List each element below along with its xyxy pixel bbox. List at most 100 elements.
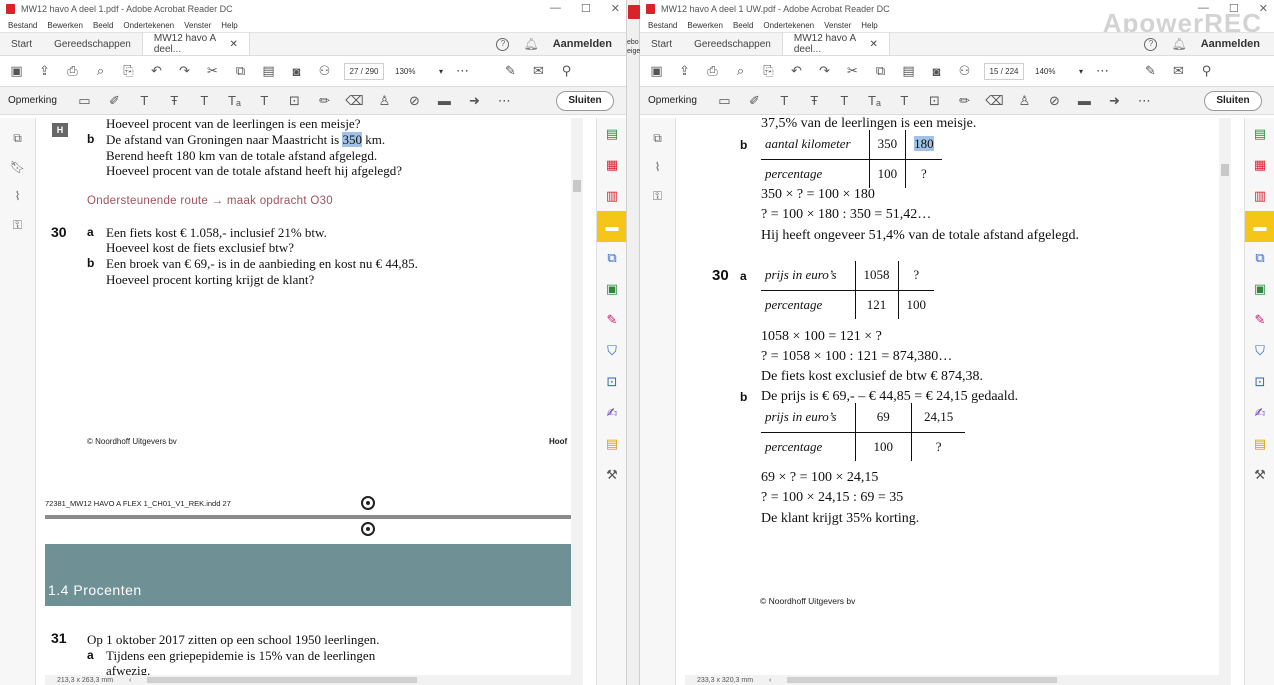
zoom-search-icon[interactable]: ⌕ (732, 63, 749, 80)
clipboard-icon[interactable]: ▤ (900, 63, 917, 80)
combine-icon[interactable]: ⧉ (1245, 242, 1274, 273)
upload-icon[interactable]: ⇪ (676, 63, 693, 80)
eraser-icon[interactable]: ⌫ (345, 92, 363, 109)
more-icon[interactable]: ⋯ (1094, 63, 1111, 80)
more-icon[interactable]: ⋯ (1136, 92, 1153, 109)
tab-tools[interactable]: Gereedschappen (683, 33, 782, 55)
binoculars-icon[interactable]: ⚇ (956, 63, 973, 80)
more-tools-icon[interactable]: ⚒ (1245, 459, 1274, 490)
highlight-pen-icon[interactable]: ✐ (746, 92, 763, 109)
menu-window[interactable]: Venster (824, 21, 851, 30)
sticky-note-icon[interactable]: ▭ (76, 92, 93, 109)
save-icon[interactable]: ▣ (8, 63, 25, 80)
menu-help[interactable]: Help (861, 21, 877, 30)
export-pdf-icon[interactable]: ▥ (597, 180, 626, 211)
text-underline-icon[interactable]: T (776, 92, 793, 109)
text-insert-icon[interactable]: Tₐ (226, 92, 243, 109)
tab-close-icon[interactable]: ✕ (869, 39, 877, 50)
text-insert-icon[interactable]: Tₐ (866, 92, 883, 109)
send-sign-icon[interactable]: ✍ (1245, 397, 1274, 428)
send-sign-icon[interactable]: ✍ (597, 397, 626, 428)
redo-icon[interactable]: ↷ (816, 63, 833, 80)
bell-icon[interactable]: 🔔︎ (1171, 37, 1186, 51)
attachment-icon[interactable]: ⌇ (650, 160, 666, 176)
draw-pencil-icon[interactable]: ✏ (316, 92, 333, 109)
text-replace-icon[interactable]: T (196, 92, 213, 109)
text-box-icon[interactable]: ⊡ (286, 92, 303, 109)
close-icon[interactable]: ✕ (611, 2, 620, 15)
minimize-icon[interactable]: — (550, 2, 561, 15)
save-icon[interactable]: ▣ (648, 63, 665, 80)
clipboard-icon[interactable]: ▤ (260, 63, 277, 80)
more-tools-icon[interactable]: ⚒ (597, 459, 626, 490)
menu-view[interactable]: Beeld (93, 21, 113, 30)
menu-sign[interactable]: Ondertekenen (763, 21, 814, 30)
scroll-thumb[interactable] (1221, 164, 1229, 176)
sign-in-button[interactable]: Aanmelden (1201, 38, 1260, 50)
pages-icon[interactable]: ⧉ (650, 131, 666, 147)
create-pdf-icon[interactable]: ▤ (597, 118, 626, 149)
crop-icon[interactable]: ⧉ (232, 63, 249, 80)
user-add-icon[interactable]: ⚲ (558, 63, 575, 80)
eraser-icon[interactable]: ⌫ (985, 92, 1003, 109)
menu-file[interactable]: Bestand (8, 21, 37, 30)
arrow-icon[interactable]: ➜ (466, 92, 483, 109)
vertical-scrollbar[interactable] (571, 118, 583, 685)
stamp-tool-icon[interactable]: ♙ (376, 92, 393, 109)
signatures-icon[interactable]: ⚿ (10, 218, 26, 234)
export-excel-icon[interactable]: ▣ (597, 273, 626, 304)
zoom-search-icon[interactable]: ⌕ (92, 63, 109, 80)
menu-view[interactable]: Beeld (733, 21, 753, 30)
user-add-icon[interactable]: ⚲ (1198, 63, 1215, 80)
menu-file[interactable]: Bestand (648, 21, 677, 30)
text-replace-icon[interactable]: T (836, 92, 853, 109)
bell-icon[interactable]: 🔔︎ (523, 37, 538, 51)
tab-document[interactable]: MW12 havo A deel... ✕ (141, 33, 250, 55)
combine-icon[interactable]: ⧉ (597, 242, 626, 273)
close-comment-button[interactable]: Sluiten (1204, 91, 1262, 111)
more-icon[interactable]: ⋯ (454, 63, 471, 80)
send-file-icon[interactable]: ▤ (1245, 428, 1274, 459)
tab-close-icon[interactable]: ✕ (229, 39, 237, 50)
more-icon[interactable]: ⋯ (496, 92, 513, 109)
snapshot-icon[interactable]: ◙ (288, 63, 305, 80)
mail-icon[interactable]: ✉ (1170, 63, 1187, 80)
export-pdf-icon[interactable]: ▥ (1245, 180, 1274, 211)
create-pdf-icon[interactable]: ▤ (1245, 118, 1274, 149)
text-icon[interactable]: T (256, 92, 273, 109)
zoom-select[interactable]: 140% ▾ (1035, 67, 1083, 76)
text-box-icon[interactable]: ⊡ (926, 92, 943, 109)
line-icon[interactable]: ▬ (436, 92, 453, 109)
fill-sign-icon[interactable]: ✎ (1245, 304, 1274, 335)
crop-icon[interactable]: ⧉ (872, 63, 889, 80)
draw-pencil-icon[interactable]: ✏ (956, 92, 973, 109)
binoculars-icon[interactable]: ⚇ (316, 63, 333, 80)
comment-tool-icon[interactable]: ▬ (1245, 211, 1274, 242)
page-number-input[interactable]: 15 / 224 (984, 62, 1024, 80)
tab-document[interactable]: MW12 havo A deel... ✕ (781, 33, 890, 55)
undo-icon[interactable]: ↶ (788, 63, 805, 80)
zoom-select[interactable]: 130% ▾ (395, 67, 443, 76)
scan-icon[interactable]: ⊡ (597, 366, 626, 397)
text-icon[interactable]: T (896, 92, 913, 109)
close-comment-button[interactable]: Sluiten (556, 91, 614, 111)
snapshot-icon[interactable]: ◙ (928, 63, 945, 80)
horizontal-scrollbar[interactable] (147, 677, 418, 683)
tab-start[interactable]: Start (0, 33, 43, 55)
line-icon[interactable]: ▬ (1076, 92, 1093, 109)
scissors-icon[interactable]: ✂ (204, 63, 221, 80)
export-excel-icon[interactable]: ▣ (1245, 273, 1274, 304)
vertical-scrollbar[interactable] (1219, 118, 1231, 685)
attach-icon[interactable]: ⊘ (1046, 92, 1063, 109)
fill-sign-icon[interactable]: ✎ (597, 304, 626, 335)
organize-icon[interactable]: ▦ (1245, 149, 1274, 180)
scroll-left-icon[interactable]: ‹ (769, 677, 771, 684)
maximize-icon[interactable]: ☐ (581, 2, 591, 15)
upload-icon[interactable]: ⇪ (36, 63, 53, 80)
sign-pen-icon[interactable]: ✎ (502, 63, 519, 80)
tab-start[interactable]: Start (640, 33, 683, 55)
protect-icon[interactable]: ⛉ (1245, 335, 1274, 366)
print-icon[interactable]: ⎙ (704, 63, 721, 80)
sign-in-button[interactable]: Aanmelden (553, 38, 612, 50)
menu-edit[interactable]: Bewerken (687, 21, 723, 30)
